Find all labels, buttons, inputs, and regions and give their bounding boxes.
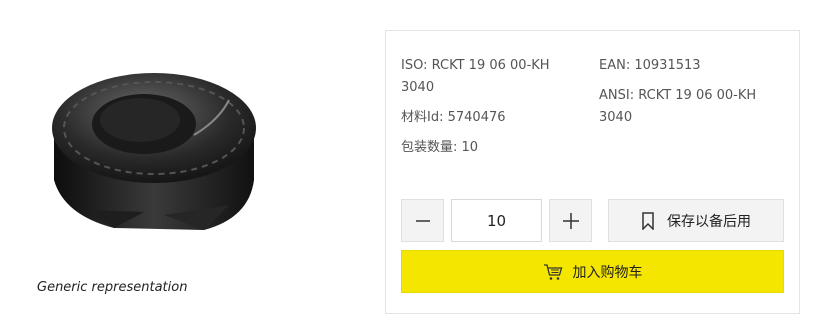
decrease-quantity-button[interactable] xyxy=(401,199,444,242)
ansi-info: ANSI: RCKT 19 06 00-KH 3040 xyxy=(599,85,779,129)
image-caption: Generic representation xyxy=(37,280,188,295)
increase-quantity-button[interactable] xyxy=(549,199,592,242)
bookmark-icon xyxy=(641,211,655,230)
add-to-cart-label: 加入购物车 xyxy=(572,264,643,281)
cart-icon xyxy=(543,263,563,281)
add-to-cart-button[interactable]: 加入购物车 xyxy=(401,250,784,293)
package-quantity-value: 10 xyxy=(461,140,479,155)
iso-label: ISO: xyxy=(401,58,428,73)
ean-value: 10931513 xyxy=(634,58,701,73)
package-quantity-label: 包装数量: xyxy=(401,140,458,155)
plus-icon xyxy=(562,212,580,230)
material-id-label: 材料Id: xyxy=(401,110,444,125)
product-image xyxy=(44,40,274,240)
iso-info: ISO: RCKT 19 06 00-KH 3040 xyxy=(401,55,571,99)
save-for-later-button[interactable]: 保存以备后用 xyxy=(608,199,784,242)
ean-label: EAN: xyxy=(599,58,631,73)
quantity-input[interactable] xyxy=(451,199,542,242)
product-panel: ISO: RCKT 19 06 00-KH 3040 EAN: 10931513… xyxy=(385,30,800,314)
save-for-later-label: 保存以备后用 xyxy=(667,213,751,230)
ean-info: EAN: 10931513 xyxy=(599,55,789,77)
material-id-info: 材料Id: 5740476 xyxy=(401,107,591,129)
minus-icon xyxy=(415,213,431,229)
material-id-value: 5740476 xyxy=(447,110,506,125)
package-quantity-info: 包装数量: 10 xyxy=(401,137,591,159)
ansi-label: ANSI: xyxy=(599,88,635,103)
